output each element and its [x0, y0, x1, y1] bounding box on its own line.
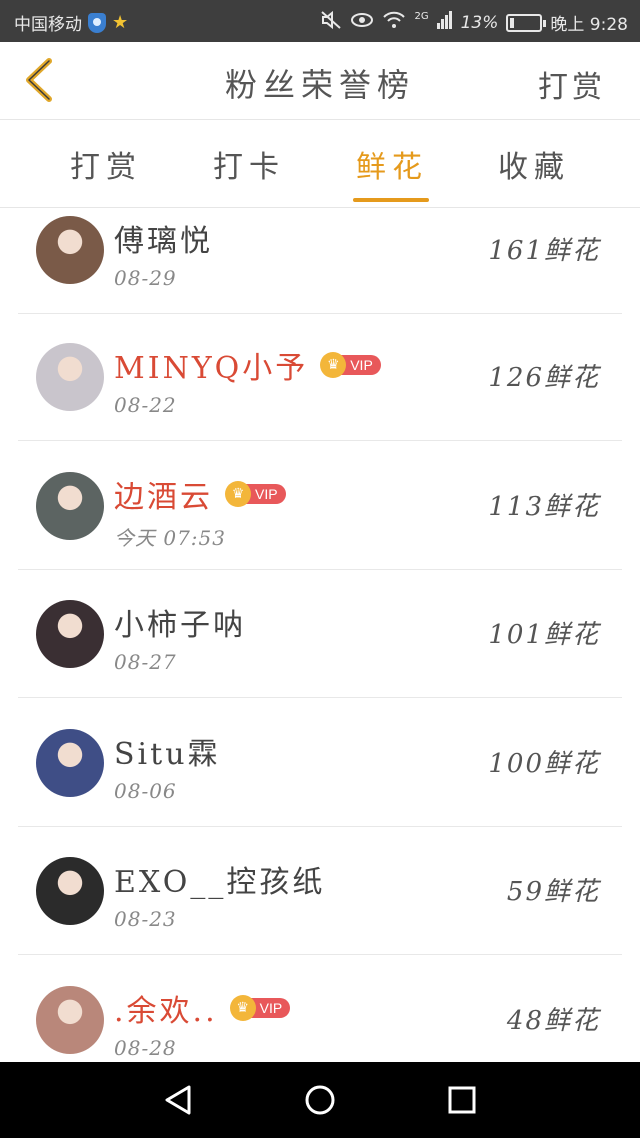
flower-count: 113鲜花: [488, 492, 600, 522]
vip-badge: ♛ VIP: [320, 352, 381, 378]
avatar[interactable]: [36, 986, 104, 1054]
list-item[interactable]: MINYQ小予 ♛ VIP 08-22 126鲜花: [18, 313, 622, 441]
active-tab-indicator: [353, 198, 429, 202]
fan-name[interactable]: Situ霖: [114, 729, 221, 773]
avatar[interactable]: [36, 857, 104, 925]
name-line: 边酒云 ♛ VIP: [114, 472, 286, 516]
tab-flowers[interactable]: 鲜花: [356, 142, 428, 186]
tab-checkin[interactable]: 打卡: [213, 142, 285, 186]
fan-date: 08-22: [114, 393, 177, 417]
signal-icon: 2G: [414, 11, 429, 22]
tab-reward[interactable]: 打赏: [70, 142, 142, 186]
signal-bars-icon: [436, 11, 453, 34]
fan-name[interactable]: 边酒云: [114, 472, 213, 516]
flower-count: 101鲜花: [488, 620, 600, 650]
fan-date: 08-28: [114, 1036, 177, 1060]
carrier-label: 中国移动: [14, 15, 82, 35]
vip-badge: ♛ VIP: [225, 481, 286, 507]
name-line: 傅璃悦: [114, 216, 213, 260]
flower-count: 161鲜花: [488, 236, 600, 266]
list-item[interactable]: 边酒云 ♛ VIP 今天 07:53 113鲜花: [18, 442, 622, 570]
battery-fill: [510, 17, 515, 28]
list-item[interactable]: EXO__控孩纸 08-23 59鲜花: [18, 827, 622, 955]
vip-badge: ♛ VIP: [229, 995, 291, 1021]
mute-icon: [320, 10, 342, 35]
circle-home-icon: [305, 1085, 335, 1115]
star-icon: ★: [112, 12, 129, 33]
name-line: EXO__控孩纸: [114, 857, 325, 901]
fan-date: 08-23: [114, 907, 177, 931]
app-header: 粉丝荣誉榜 打赏: [0, 42, 640, 120]
fan-ranking-list: 傅璃悦 08-29 161鲜花 MINYQ小予 ♛ VIP 08-22 126鲜花边酒云 ♛ VI…: [0, 208, 640, 1064]
nav-home-button[interactable]: [300, 1080, 340, 1120]
fan-date: 08-27: [114, 650, 177, 674]
tab-favorites[interactable]: 收藏: [498, 142, 570, 186]
name-line: MINYQ小予 ♛ VIP: [114, 343, 381, 387]
fan-date: 今天 07:53: [114, 526, 226, 550]
battery-percent: 13%: [460, 12, 499, 33]
status-bar: 中国移动 ★ 2G 13% 晚上 9:28: [0, 0, 640, 42]
name-line: Situ霖: [114, 729, 221, 773]
clock: 晚上 9:28: [550, 15, 628, 35]
avatar[interactable]: [36, 729, 104, 797]
flower-count: 100鲜花: [488, 749, 600, 779]
list-item[interactable]: .余欢.. ♛ VIP 08-28 48鲜花: [18, 956, 622, 1064]
flower-count: 126鲜花: [488, 363, 600, 393]
fan-name[interactable]: 小柿子呐: [114, 600, 246, 644]
flower-count: 48鲜花: [506, 1006, 600, 1036]
square-recents-icon: [448, 1086, 476, 1114]
fan-date: 08-06: [114, 779, 177, 803]
triangle-back-icon: [165, 1085, 191, 1115]
status-right: 2G 13% 晚上 9:28: [320, 10, 628, 35]
name-line: 小柿子呐: [114, 600, 246, 644]
fan-date: 08-29: [114, 266, 177, 290]
battery-icon: [506, 13, 547, 32]
reward-button[interactable]: 打赏: [538, 62, 606, 106]
system-nav-bar: [0, 1062, 640, 1138]
avatar[interactable]: [36, 600, 104, 668]
tab-bar: 打赏 打卡 鲜花 收藏: [0, 120, 640, 208]
avatar[interactable]: [36, 343, 104, 411]
security-shield-icon: [88, 12, 106, 33]
avatar[interactable]: [36, 472, 104, 540]
fan-name[interactable]: MINYQ小予: [114, 343, 308, 387]
list-item[interactable]: Situ霖 08-06 100鲜花: [18, 699, 622, 827]
wifi-icon: [382, 11, 406, 34]
crown-icon: ♛: [229, 995, 256, 1021]
nav-back-button[interactable]: [158, 1080, 198, 1120]
fan-name[interactable]: 傅璃悦: [114, 216, 213, 260]
list-item[interactable]: 小柿子呐 08-27 101鲜花: [18, 570, 622, 698]
nav-recents-button[interactable]: [442, 1080, 482, 1120]
status-left: 中国移动 ★: [14, 10, 128, 35]
list-item[interactable]: 傅璃悦 08-29 161鲜花: [18, 208, 622, 314]
flower-count: 59鲜花: [506, 877, 600, 907]
avatar[interactable]: [36, 216, 104, 284]
eye-icon: [350, 11, 374, 34]
name-line: .余欢.. ♛ VIP: [114, 986, 291, 1030]
fan-name[interactable]: .余欢..: [114, 986, 218, 1030]
fan-name[interactable]: EXO__控孩纸: [114, 857, 325, 901]
crown-icon: ♛: [225, 481, 251, 507]
